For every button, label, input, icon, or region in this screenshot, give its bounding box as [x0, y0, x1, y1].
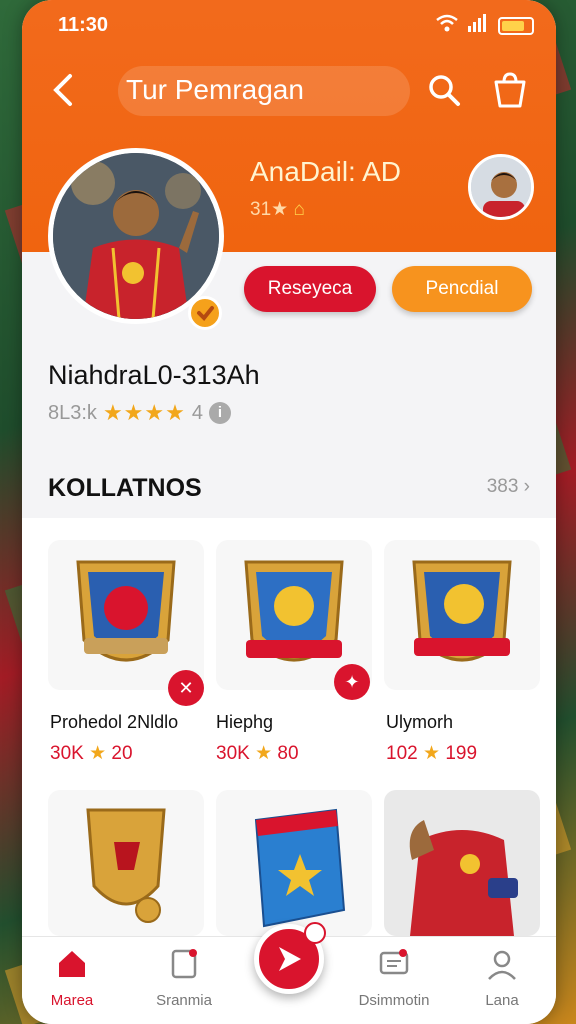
back-button[interactable] — [48, 70, 84, 110]
notification-dot — [304, 922, 326, 944]
home-icon: ⌂ — [293, 199, 305, 220]
star-icon: ★ — [255, 743, 273, 764]
chevron-left-icon — [53, 74, 72, 106]
rating-stars: ★★★★ — [102, 400, 186, 425]
player-photo-icon — [53, 153, 219, 319]
card-image — [384, 540, 540, 690]
tab-label: Dsimmotin — [358, 992, 430, 1009]
jersey-player-icon — [409, 820, 518, 936]
status-bar: 11:30 — [22, 10, 556, 40]
search-button[interactable] — [426, 72, 462, 108]
card-image — [216, 790, 372, 936]
card-price-value: 102 — [386, 743, 418, 764]
phoenix-shield-icon — [412, 560, 512, 662]
collection-card[interactable] — [216, 790, 372, 936]
collection-card[interactable]: Ulymorh 102 ★ 199 — [384, 540, 540, 772]
status-time: 11:30 — [58, 14, 109, 36]
star-icon: ★ — [89, 743, 107, 764]
page-title: Tur Pemragan — [126, 74, 304, 105]
phone-screen: 11:30 Tur Pemragan AnaDail: AD 31★ ⌂ Res… — [22, 0, 556, 1024]
badge-icon — [197, 306, 214, 321]
profile-meta: 31★ ⌂ — [250, 198, 305, 221]
card-qty: 80 — [277, 743, 299, 764]
collection-card[interactable] — [384, 790, 540, 936]
card-price-value: 30K — [50, 743, 84, 764]
clipboard-icon — [171, 949, 197, 979]
tab-label: Marea — [50, 992, 94, 1009]
profile-name: AnaDail: AD — [250, 156, 401, 187]
card-image — [384, 790, 540, 936]
verified-badge — [188, 296, 222, 330]
card-image — [48, 540, 204, 690]
tab-profile[interactable]: Lana — [454, 947, 550, 1017]
username: NiahdraL0-313Ah — [48, 360, 260, 390]
card-price: 102 ★ 199 — [386, 742, 477, 765]
card-image — [48, 790, 204, 936]
bag-button[interactable] — [490, 70, 530, 110]
collection-card[interactable]: ✦ Hiephg 30K ★ 80 — [216, 540, 372, 772]
card-badge: ✦ — [334, 664, 370, 700]
player-portrait-icon — [471, 157, 531, 217]
wifi-icon — [436, 14, 458, 37]
card-price-value: 30K — [216, 743, 250, 764]
collection-card[interactable]: ✕ Prohedol 2Nldlo 30K ★ 20 — [48, 540, 204, 772]
message-icon — [379, 949, 409, 975]
gold-badge-icon — [86, 808, 166, 923]
tab-stats[interactable]: Sranmia — [136, 947, 232, 1017]
card-qty: 20 — [111, 743, 133, 764]
card-name: Ulymorh — [386, 712, 454, 732]
star-icon: ★ — [422, 743, 441, 764]
collection-card[interactable] — [48, 790, 204, 936]
card-name: Prohedol 2Nldlo — [50, 712, 179, 732]
user-icon — [488, 950, 516, 980]
primary-action-button[interactable]: Reseyeca — [244, 266, 376, 312]
rating-text: 8L3:k — [48, 401, 97, 424]
tab-messages[interactable]: Dsimmotin — [346, 947, 442, 1017]
battery-icon — [498, 16, 534, 35]
card-name: Hiephg — [216, 712, 274, 732]
dragon-shield-icon — [76, 560, 176, 662]
rating-row: 8L3:k ★★★★ 4 i — [48, 400, 231, 426]
signal-icon — [468, 14, 488, 37]
search-icon — [429, 75, 460, 106]
card-price: 30K ★ 80 — [216, 742, 299, 765]
status-icons — [436, 14, 534, 37]
profile-meta-text: 31★ — [250, 199, 289, 220]
tab-home[interactable]: Marea — [24, 947, 120, 1017]
tab-label: Sranmia — [156, 992, 212, 1009]
collections-title: KOLLATNOS — [48, 474, 202, 502]
card-qty: 199 — [445, 743, 478, 764]
see-all-count: 383 — [486, 476, 519, 497]
card-price: 30K ★ 20 — [50, 742, 133, 765]
top-bar: Tur Pemragan — [22, 62, 556, 118]
shopping-bag-icon — [494, 72, 526, 108]
rating-extra: 4 — [191, 401, 203, 424]
collections-header: KOLLATNOS 383 › — [48, 472, 530, 506]
see-all-link[interactable]: 383 › — [487, 476, 530, 498]
star-sleeve-icon — [254, 808, 346, 928]
tab-label: Lana — [485, 992, 519, 1009]
home-icon — [59, 951, 85, 977]
secondary-action-button[interactable]: Pencdial — [392, 266, 532, 312]
card-badge: ✕ — [168, 670, 204, 706]
avatar-small[interactable] — [468, 154, 534, 220]
info-icon[interactable]: i — [208, 402, 231, 424]
chevron-right-icon: › — [523, 476, 530, 497]
